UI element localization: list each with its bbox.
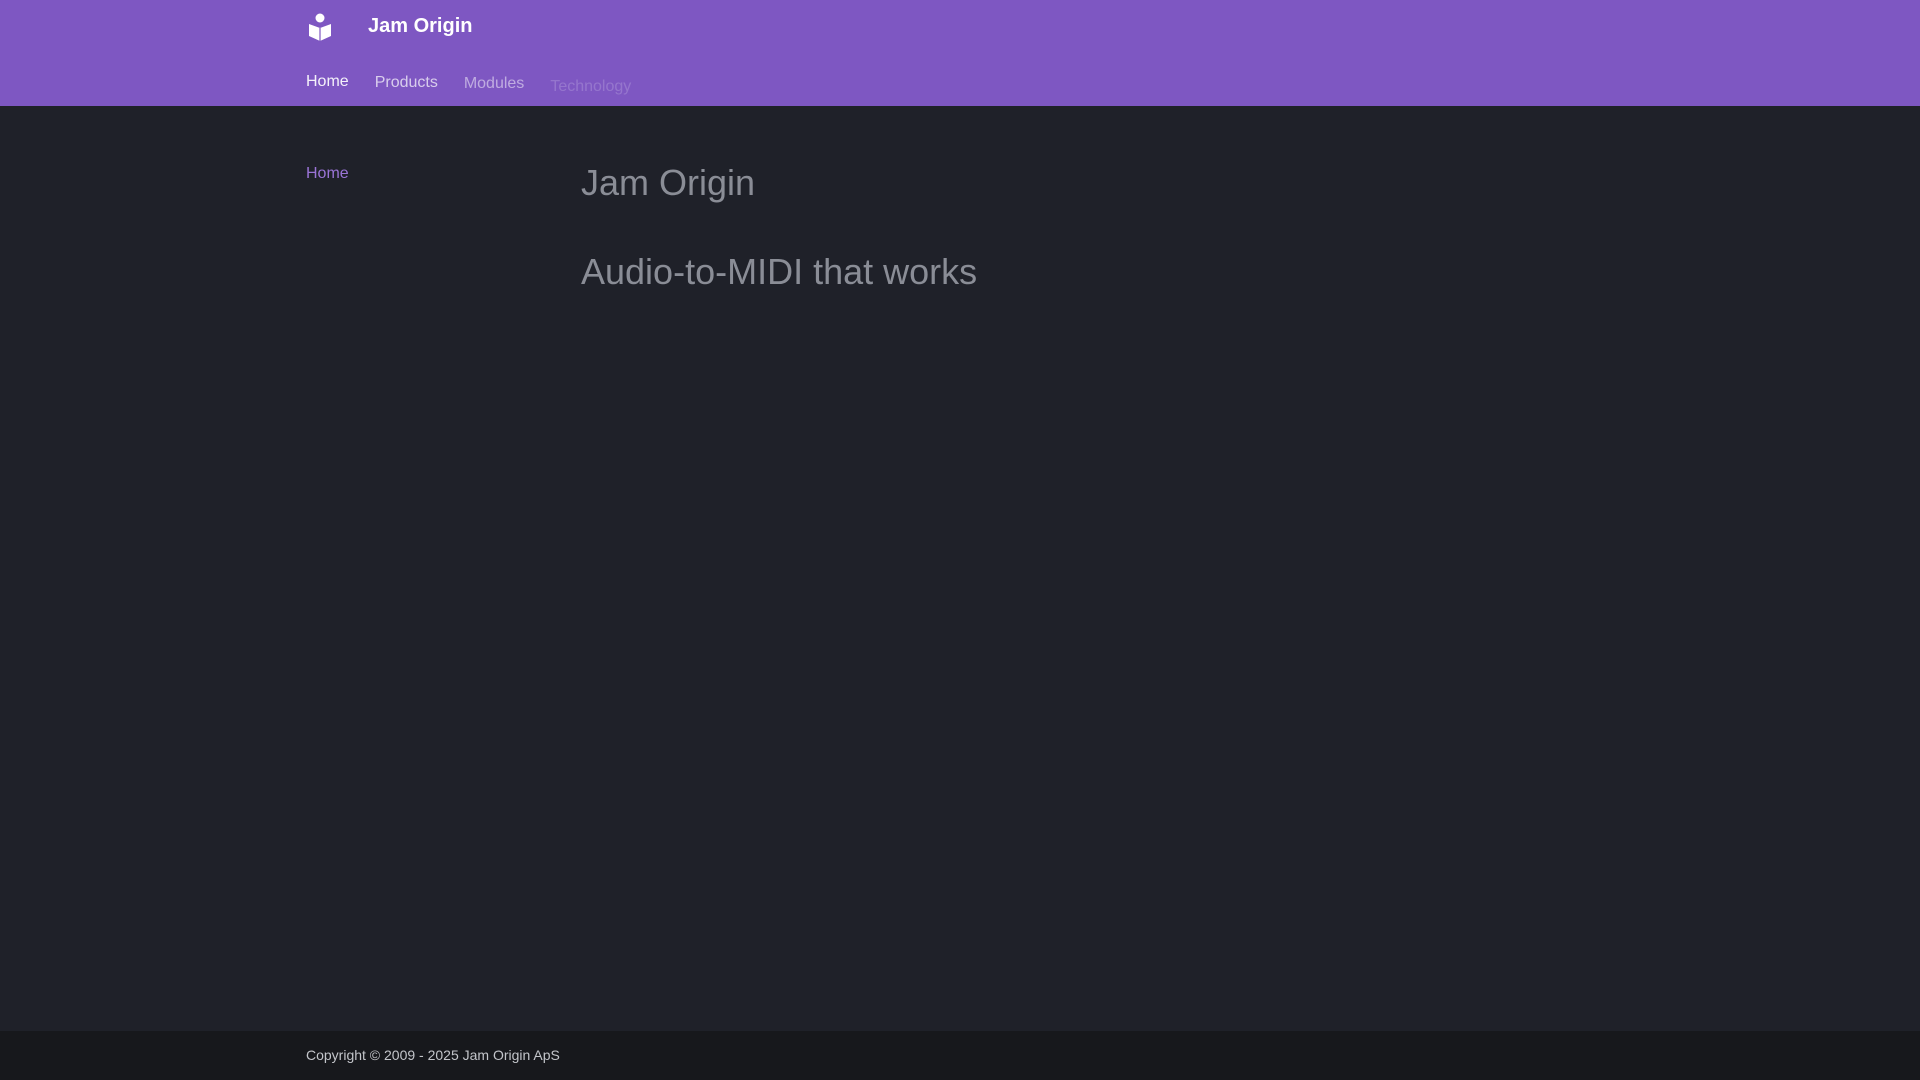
page-title: Jam Origin	[581, 162, 756, 203]
sidebar-item-home[interactable]: Home	[306, 164, 536, 184]
tab-modules[interactable]: Modules	[464, 74, 524, 94]
footer-copyright: Copyright © 2009 - 2025 Jam Origin ApS	[306, 1047, 560, 1063]
site-title[interactable]: Jam Origin	[368, 13, 472, 39]
sidebar-nav: Home	[306, 164, 536, 184]
tab-technology[interactable]: Technology	[550, 77, 631, 97]
tab-products[interactable]: Products	[375, 73, 438, 93]
footer: Copyright © 2009 - 2025 Jam Origin ApS	[0, 1031, 1920, 1080]
main-nav-tabs: Home Products Modules Technology	[306, 72, 657, 98]
reader-book-icon[interactable]	[306, 12, 334, 42]
tab-home[interactable]: Home	[306, 72, 349, 92]
top-header: Jam Origin Home Products Modules Technol…	[0, 0, 1920, 106]
page-tagline: Audio-to-MIDI that works	[581, 251, 978, 292]
main-content: Jam Origin Audio-to-MIDI that works	[581, 160, 1621, 295]
